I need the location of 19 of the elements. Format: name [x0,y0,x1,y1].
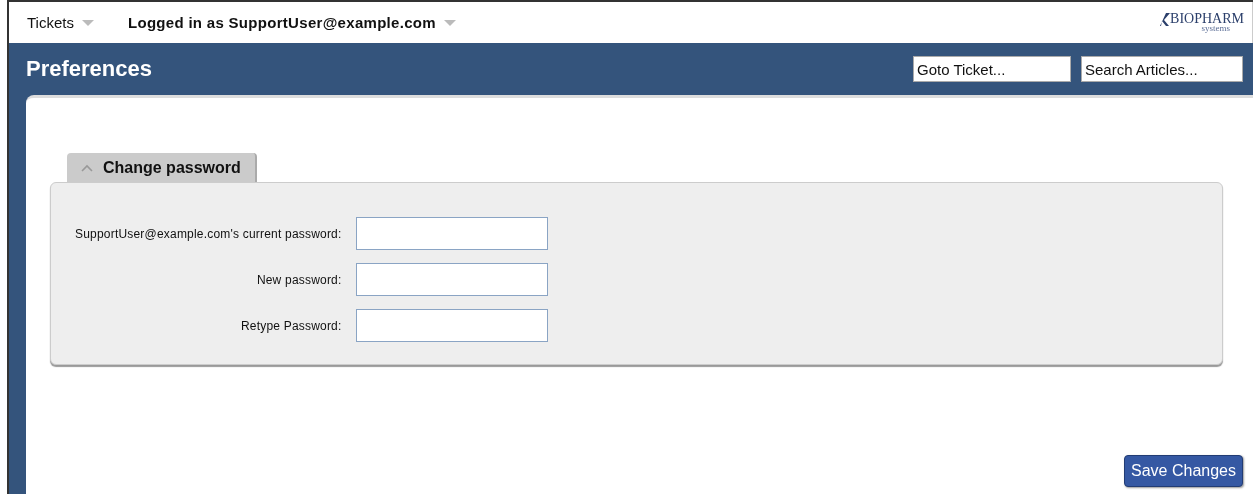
menu-item[interactable]: Logged in as SupportUser@example.com [127,14,436,31]
save-button[interactable]: Save Changes [1124,455,1243,487]
password-field[interactable] [355,263,548,296]
field-label: SupportUser@example.com's current password: [75,226,342,241]
section-tab[interactable]: Change password [67,153,257,182]
ticket-field[interactable]: Goto Ticket... [913,56,1071,82]
dropdown-caret-icon [81,18,94,27]
logo-name: BIOPHARM [1158,12,1244,26]
password-field[interactable] [355,309,548,342]
password-field[interactable] [355,217,548,250]
logo-tagline: systems [1201,24,1230,33]
chevron-icon [81,164,93,172]
logo-icon [1158,12,1171,26]
field-label: New password: [255,272,342,287]
search-field[interactable]: Search Articles... [1081,56,1243,82]
menu-item[interactable]: Tickets [27,14,74,31]
field-label: Retype Password: [239,318,342,333]
dropdown-caret-icon [443,18,456,27]
page-title: Preferences [26,56,152,82]
